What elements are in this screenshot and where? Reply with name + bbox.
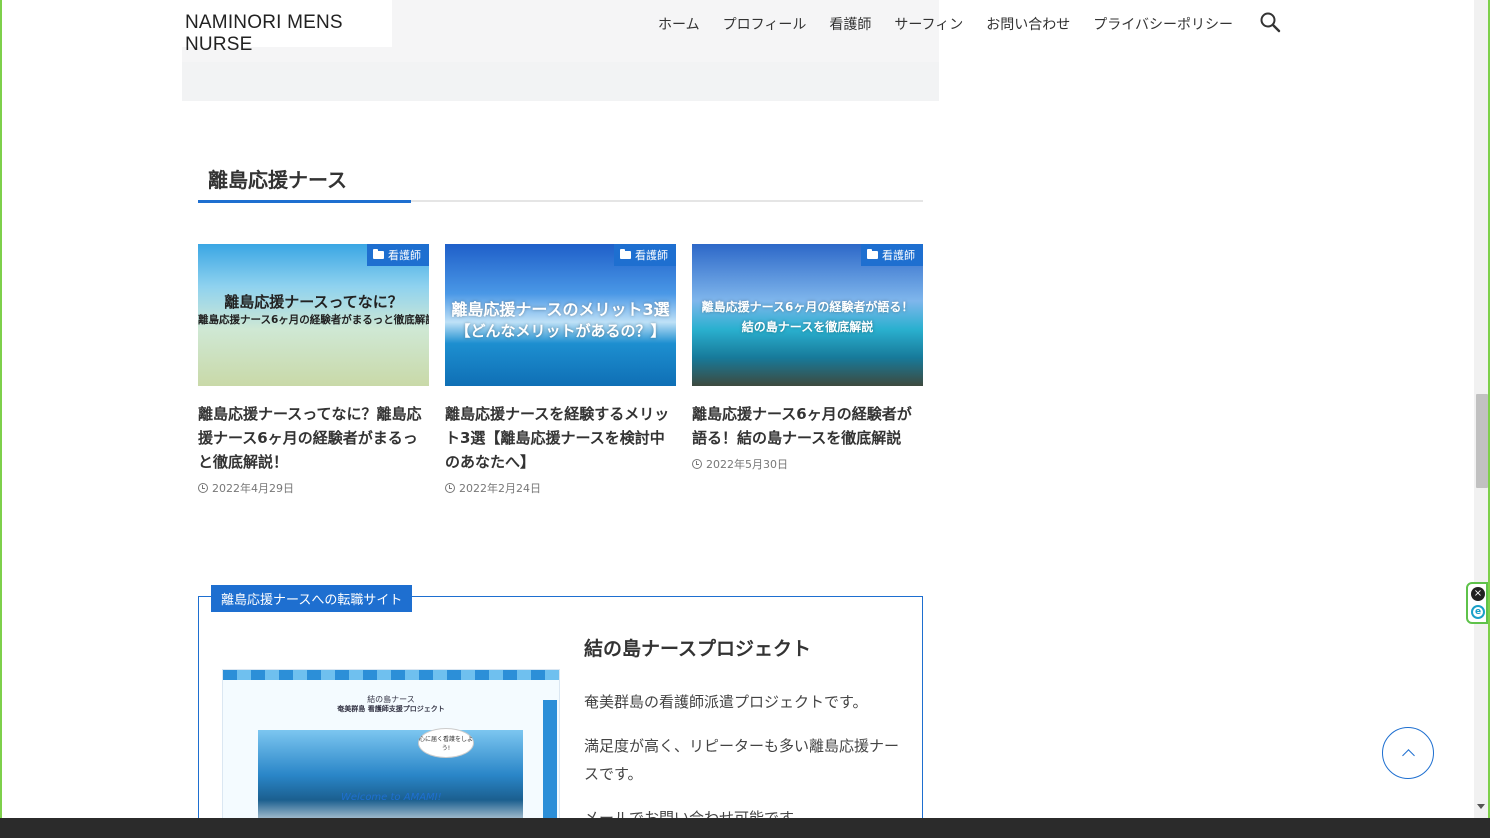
category-badge[interactable]: 看護師: [861, 244, 923, 266]
article-card[interactable]: 離島応援ナースのメリット3選 【どんなメリットがあるの？】 看護師 離島応援ナー…: [445, 244, 676, 496]
thumbnail-title: 離島応援ナースってなに？: [224, 293, 403, 311]
category-label: 看護師: [388, 249, 421, 262]
chevron-up-icon: [1401, 749, 1415, 762]
category-badge[interactable]: 看護師: [614, 244, 676, 266]
nurses-photo: [258, 730, 523, 828]
article-card[interactable]: 離島応援ナースってなに？ 離島応援ナース6ヶ月の経験者がまるっと徹底解説 看護師…: [198, 244, 429, 496]
nav-item-home[interactable]: ホーム: [658, 14, 700, 34]
screenshot-subtitle: 奄美群島 看護師支援プロジェクト: [337, 705, 445, 713]
browser-scrollbar-thumb[interactable]: [1476, 394, 1488, 488]
nav-item-privacy[interactable]: プライバシーポリシー: [1093, 14, 1233, 34]
scroll-to-top-button[interactable]: [1382, 727, 1434, 779]
wave-decoration: [223, 670, 559, 680]
nav-item-nurse[interactable]: 看護師: [829, 14, 871, 34]
thumbnail-subtitle: 結の島ナースを徹底解説: [741, 320, 874, 334]
nav-item-profile[interactable]: プロフィール: [723, 14, 807, 34]
recommend-title[interactable]: 結の島ナースプロジェクト: [584, 634, 811, 661]
category-label: 看護師: [635, 249, 668, 262]
date-text: 2022年2月24日: [459, 482, 541, 495]
thumbnail-title: 離島応援ナースのメリット3選: [451, 300, 670, 319]
folder-icon: [620, 249, 631, 259]
main-nav: ホーム プロフィール 看護師 サーフィン お問い合わせ プライバシーポリシー: [658, 14, 1233, 34]
section-heading: 離島応援ナース: [208, 168, 347, 192]
clock-icon: [692, 459, 702, 469]
screenshot-side-menu: [543, 700, 557, 828]
scroll-down-arrow-icon[interactable]: [1477, 804, 1485, 809]
thumbnail-title: 離島応援ナース6ヶ月の経験者が語る！: [701, 300, 914, 314]
clock-icon: [445, 483, 455, 493]
thumbnail-subtitle: 【どんなメリットがあるの？】: [455, 322, 666, 340]
speech-bubble: 心に届く看護をしよう!: [418, 728, 474, 758]
article-card[interactable]: 離島応援ナース6ヶ月の経験者が語る！ 結の島ナースを徹底解説 看護師 離島応援ナ…: [692, 244, 923, 472]
recommend-site-screenshot[interactable]: 結の島ナース 奄美群島 看護師支援プロジェクト 心に届く看護をしよう! Welc…: [222, 669, 560, 829]
article-title[interactable]: 離島応援ナースってなに？離島応援ナース6ヶ月の経験者がまるっと徹底解説！: [198, 402, 429, 474]
recommend-description: 奄美群島の看護師派遣プロジェクトです。 満足度が高く、リピーターも多い離島応援ナ…: [584, 688, 904, 838]
article-title[interactable]: 離島応援ナース6ヶ月の経験者が語る！結の島ナースを徹底解説: [692, 402, 923, 450]
date-text: 2022年4月29日: [212, 482, 294, 495]
welcome-text: Welcome to AMAMI!: [341, 792, 442, 803]
folder-icon: [867, 249, 878, 259]
article-thumbnail[interactable]: 離島応援ナースってなに？ 離島応援ナース6ヶ月の経験者がまるっと徹底解説 看護師: [198, 244, 429, 386]
description-paragraph: 奄美群島の看護師派遣プロジェクトです。: [584, 693, 868, 711]
clock-icon: [198, 483, 208, 493]
floating-extension-widget: × e: [1466, 582, 1488, 624]
article-date: 2022年2月24日: [445, 480, 676, 496]
window-frame-left: [0, 0, 2, 838]
nav-item-contact[interactable]: お問い合わせ: [986, 14, 1070, 34]
category-label: 看護師: [882, 249, 915, 262]
site-title[interactable]: NAMINORI MENS NURSE: [182, 0, 392, 55]
thumbnail-subtitle: 離島応援ナース6ヶ月の経験者がまるっと徹底解説: [198, 314, 429, 326]
description-paragraph: 満足度が高く、リピーターも多い離島応援ナースです。: [584, 737, 900, 783]
close-icon[interactable]: ×: [1471, 587, 1485, 601]
date-text: 2022年5月30日: [706, 458, 788, 471]
extension-e-icon[interactable]: e: [1471, 605, 1485, 619]
nav-item-surfing[interactable]: サーフィン: [894, 14, 963, 34]
taskbar-strip: [0, 818, 1490, 838]
article-date: 2022年4月29日: [198, 480, 429, 496]
article-date: 2022年5月30日: [692, 456, 923, 472]
category-badge[interactable]: 看護師: [367, 244, 429, 266]
recommend-box-label: 離島応援ナースへの転職サイト: [211, 585, 413, 612]
search-icon[interactable]: [1258, 10, 1282, 34]
article-thumbnail[interactable]: 離島応援ナースのメリット3選 【どんなメリットがあるの？】 看護師: [445, 244, 676, 386]
article-title[interactable]: 離島応援ナースを経験するメリット3選【離島応援ナースを検討中のあなたへ】: [445, 402, 676, 474]
article-thumbnail[interactable]: 離島応援ナース6ヶ月の経験者が語る！ 結の島ナースを徹底解説 看護師: [692, 244, 923, 386]
heading-accent-bar: [198, 200, 411, 203]
folder-icon: [373, 249, 384, 259]
